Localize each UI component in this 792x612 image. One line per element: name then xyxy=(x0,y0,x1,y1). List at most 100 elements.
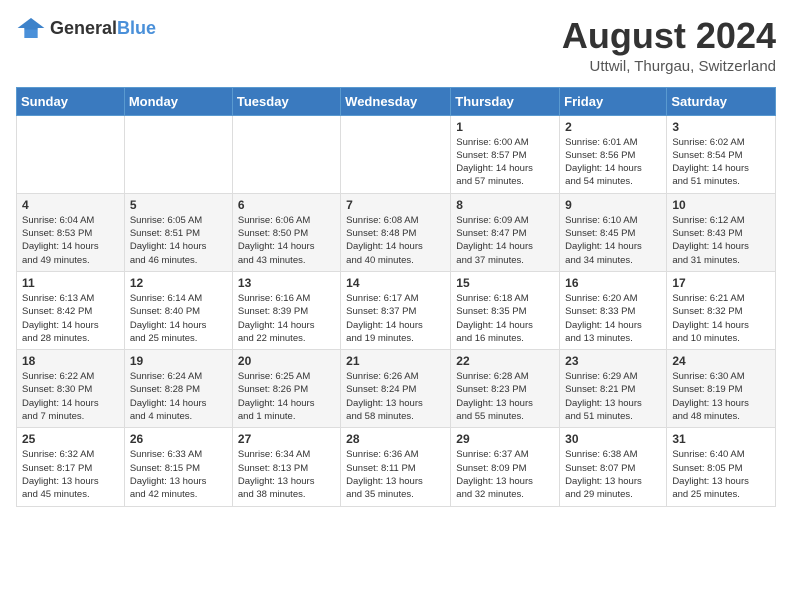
calendar-cell: 24 Sunrise: 6:30 AM Sunset: 8:19 PM Dayli… xyxy=(667,350,776,428)
calendar-cell: 14 Sunrise: 6:17 AM Sunset: 8:37 PM Dayli… xyxy=(341,271,451,349)
day-number: 11 xyxy=(22,276,119,290)
calendar-cell: 6 Sunrise: 6:06 AM Sunset: 8:50 PM Daylig… xyxy=(232,193,340,271)
day-number: 26 xyxy=(130,432,227,446)
calendar-table: SundayMondayTuesdayWednesdayThursdayFrid… xyxy=(16,87,776,507)
day-info: Sunrise: 6:16 AM Sunset: 8:39 PM Dayligh… xyxy=(238,292,335,345)
calendar-cell: 8 Sunrise: 6:09 AM Sunset: 8:47 PM Daylig… xyxy=(451,193,560,271)
day-number: 29 xyxy=(456,432,554,446)
calendar-cell: 21Sunrise: 6:26 AM Sunset: 8:24 PM Dayli… xyxy=(341,350,451,428)
calendar-cell: 19 Sunrise: 6:24 AM Sunset: 8:28 PM Dayli… xyxy=(124,350,232,428)
calendar-cell: 29 Sunrise: 6:37 AM Sunset: 8:09 PM Dayli… xyxy=(451,428,560,506)
calendar-cell: 23 Sunrise: 6:29 AM Sunset: 8:21 PM Dayli… xyxy=(560,350,667,428)
day-number: 22 xyxy=(456,354,554,368)
day-info: Sunrise: 6:29 AM Sunset: 8:21 PM Dayligh… xyxy=(565,370,661,423)
day-info: Sunrise: 6:24 AM Sunset: 8:28 PM Dayligh… xyxy=(130,370,227,423)
calendar-cell: 15 Sunrise: 6:18 AM Sunset: 8:35 PM Dayli… xyxy=(451,271,560,349)
day-header-sunday: Sunday xyxy=(17,87,125,115)
location: Uttwil, Thurgau, Switzerland xyxy=(562,58,776,75)
calendar-cell: 12Sunrise: 6:14 AM Sunset: 8:40 PM Dayli… xyxy=(124,271,232,349)
day-number: 13 xyxy=(238,276,335,290)
day-info: Sunrise: 6:05 AM Sunset: 8:51 PM Dayligh… xyxy=(130,214,227,267)
day-number: 8 xyxy=(456,198,554,212)
day-number: 2 xyxy=(565,120,661,134)
calendar-cell: 2 Sunrise: 6:01 AM Sunset: 8:56 PM Daylig… xyxy=(560,115,667,193)
day-info: Sunrise: 6:10 AM Sunset: 8:45 PM Dayligh… xyxy=(565,214,661,267)
day-number: 19 xyxy=(130,354,227,368)
logo-general: General xyxy=(50,18,117,39)
day-info: Sunrise: 6:08 AM Sunset: 8:48 PM Dayligh… xyxy=(346,214,445,267)
day-number: 24 xyxy=(672,354,770,368)
day-header-tuesday: Tuesday xyxy=(232,87,340,115)
day-info: Sunrise: 6:21 AM Sunset: 8:32 PM Dayligh… xyxy=(672,292,770,345)
calendar-cell xyxy=(232,115,340,193)
day-info: Sunrise: 6:01 AM Sunset: 8:56 PM Dayligh… xyxy=(565,136,661,189)
day-info: Sunrise: 6:36 AM Sunset: 8:11 PM Dayligh… xyxy=(346,448,445,501)
calendar-cell: 7 Sunrise: 6:08 AM Sunset: 8:48 PM Daylig… xyxy=(341,193,451,271)
day-info: Sunrise: 6:37 AM Sunset: 8:09 PM Dayligh… xyxy=(456,448,554,501)
day-info: Sunrise: 6:13 AM Sunset: 8:42 PM Dayligh… xyxy=(22,292,119,345)
day-number: 20 xyxy=(238,354,335,368)
calendar-cell: 28 Sunrise: 6:36 AM Sunset: 8:11 PM Dayli… xyxy=(341,428,451,506)
day-number: 31 xyxy=(672,432,770,446)
day-info: Sunrise: 6:32 AM Sunset: 8:17 PM Dayligh… xyxy=(22,448,119,501)
day-header-monday: Monday xyxy=(124,87,232,115)
day-number: 15 xyxy=(456,276,554,290)
day-number: 25 xyxy=(22,432,119,446)
day-info: Sunrise: 6:20 AM Sunset: 8:33 PM Dayligh… xyxy=(565,292,661,345)
calendar-week-row: 11 Sunrise: 6:13 AM Sunset: 8:42 PM Dayli… xyxy=(17,271,776,349)
calendar-cell: 11 Sunrise: 6:13 AM Sunset: 8:42 PM Dayli… xyxy=(17,271,125,349)
day-number: 23 xyxy=(565,354,661,368)
calendar-week-row: 18 Sunrise: 6:22 AM Sunset: 8:30 PM Dayli… xyxy=(17,350,776,428)
calendar-cell: 1Sunrise: 6:00 AM Sunset: 8:57 PM Daylig… xyxy=(451,115,560,193)
calendar-cell: 30Sunrise: 6:38 AM Sunset: 8:07 PM Dayli… xyxy=(560,428,667,506)
calendar-cell: 22Sunrise: 6:28 AM Sunset: 8:23 PM Dayli… xyxy=(451,350,560,428)
calendar-cell: 31Sunrise: 6:40 AM Sunset: 8:05 PM Dayli… xyxy=(667,428,776,506)
calendar-cell: 17Sunrise: 6:21 AM Sunset: 8:32 PM Dayli… xyxy=(667,271,776,349)
calendar-cell: 5 Sunrise: 6:05 AM Sunset: 8:51 PM Daylig… xyxy=(124,193,232,271)
calendar-cell: 26 Sunrise: 6:33 AM Sunset: 8:15 PM Dayli… xyxy=(124,428,232,506)
day-info: Sunrise: 6:30 AM Sunset: 8:19 PM Dayligh… xyxy=(672,370,770,423)
logo-icon xyxy=(16,16,46,40)
day-header-thursday: Thursday xyxy=(451,87,560,115)
day-info: Sunrise: 6:00 AM Sunset: 8:57 PM Dayligh… xyxy=(456,136,554,189)
logo-blue: Blue xyxy=(117,18,156,39)
day-number: 28 xyxy=(346,432,445,446)
title-block: August 2024 Uttwil, Thurgau, Switzerland xyxy=(562,16,776,75)
day-info: Sunrise: 6:04 AM Sunset: 8:53 PM Dayligh… xyxy=(22,214,119,267)
calendar-cell xyxy=(17,115,125,193)
calendar-cell: 27Sunrise: 6:34 AM Sunset: 8:13 PM Dayli… xyxy=(232,428,340,506)
day-info: Sunrise: 6:06 AM Sunset: 8:50 PM Dayligh… xyxy=(238,214,335,267)
day-info: Sunrise: 6:09 AM Sunset: 8:47 PM Dayligh… xyxy=(456,214,554,267)
day-info: Sunrise: 6:22 AM Sunset: 8:30 PM Dayligh… xyxy=(22,370,119,423)
day-number: 14 xyxy=(346,276,445,290)
calendar-cell: 16 Sunrise: 6:20 AM Sunset: 8:33 PM Dayli… xyxy=(560,271,667,349)
calendar-cell: 3Sunrise: 6:02 AM Sunset: 8:54 PM Daylig… xyxy=(667,115,776,193)
calendar-cell: 13 Sunrise: 6:16 AM Sunset: 8:39 PM Dayli… xyxy=(232,271,340,349)
logo-text: General Blue xyxy=(50,18,156,39)
page-header: General Blue August 2024 Uttwil, Thurgau… xyxy=(16,16,776,75)
calendar-cell: 4 Sunrise: 6:04 AM Sunset: 8:53 PM Daylig… xyxy=(17,193,125,271)
calendar-week-row: 4 Sunrise: 6:04 AM Sunset: 8:53 PM Daylig… xyxy=(17,193,776,271)
day-info: Sunrise: 6:12 AM Sunset: 8:43 PM Dayligh… xyxy=(672,214,770,267)
day-info: Sunrise: 6:25 AM Sunset: 8:26 PM Dayligh… xyxy=(238,370,335,423)
calendar-cell xyxy=(341,115,451,193)
day-info: Sunrise: 6:18 AM Sunset: 8:35 PM Dayligh… xyxy=(456,292,554,345)
calendar-cell: 10 Sunrise: 6:12 AM Sunset: 8:43 PM Dayli… xyxy=(667,193,776,271)
day-number: 9 xyxy=(565,198,661,212)
day-number: 10 xyxy=(672,198,770,212)
day-number: 21 xyxy=(346,354,445,368)
calendar-week-row: 25 Sunrise: 6:32 AM Sunset: 8:17 PM Dayli… xyxy=(17,428,776,506)
day-number: 7 xyxy=(346,198,445,212)
calendar-header-row: SundayMondayTuesdayWednesdayThursdayFrid… xyxy=(17,87,776,115)
calendar-cell: 9 Sunrise: 6:10 AM Sunset: 8:45 PM Daylig… xyxy=(560,193,667,271)
month-year: August 2024 xyxy=(562,16,776,56)
day-info: Sunrise: 6:17 AM Sunset: 8:37 PM Dayligh… xyxy=(346,292,445,345)
day-info: Sunrise: 6:33 AM Sunset: 8:15 PM Dayligh… xyxy=(130,448,227,501)
day-number: 5 xyxy=(130,198,227,212)
day-header-saturday: Saturday xyxy=(667,87,776,115)
day-number: 16 xyxy=(565,276,661,290)
day-number: 30 xyxy=(565,432,661,446)
day-number: 6 xyxy=(238,198,335,212)
day-number: 18 xyxy=(22,354,119,368)
day-number: 4 xyxy=(22,198,119,212)
